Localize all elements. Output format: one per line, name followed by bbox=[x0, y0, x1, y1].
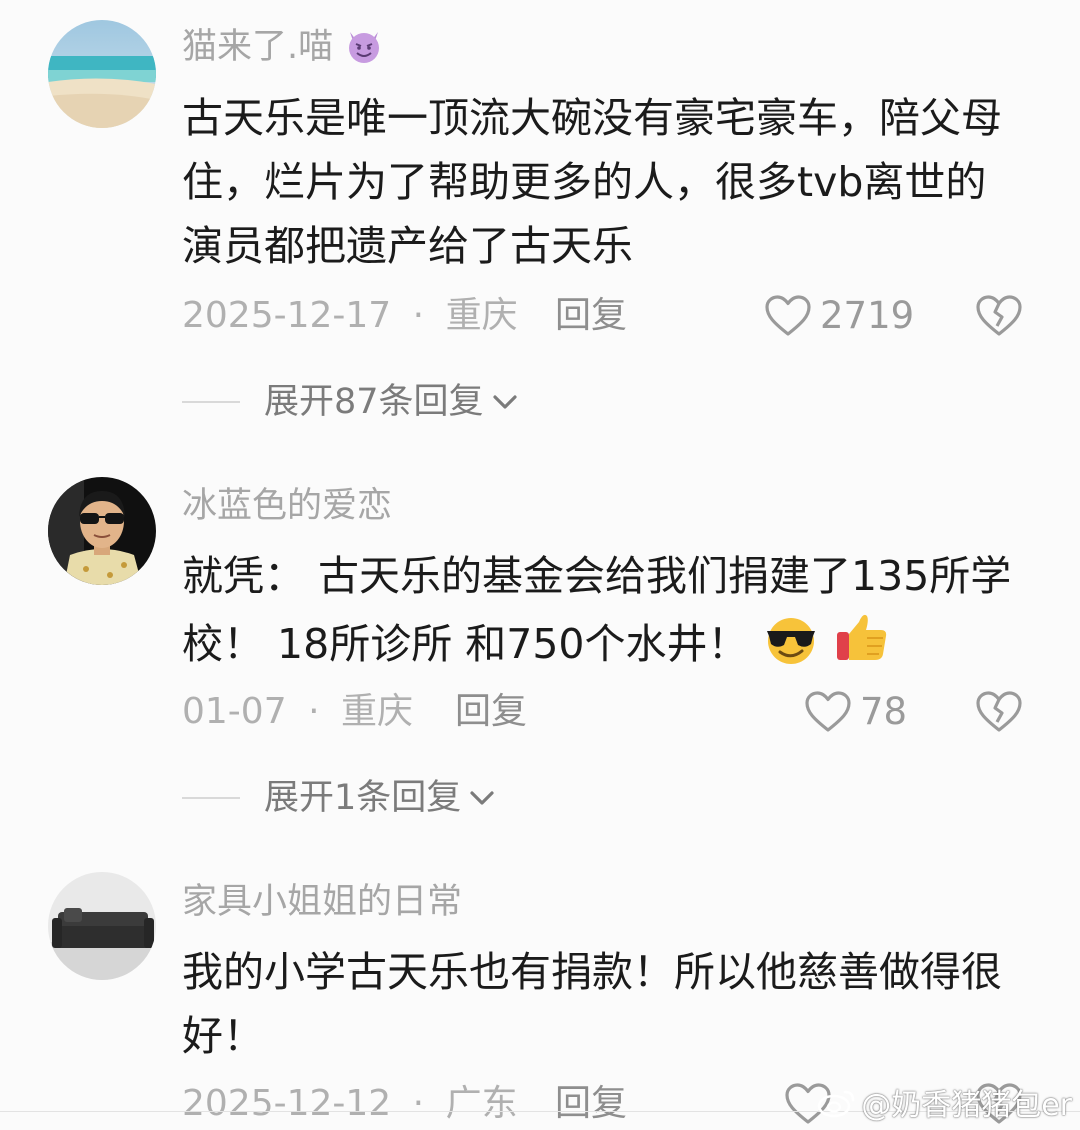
dislike-button[interactable] bbox=[975, 294, 1023, 338]
reply-button[interactable]: 回复 bbox=[555, 1082, 627, 1126]
comment-meta: 2025-12-12 · 广东 bbox=[182, 1082, 518, 1126]
broken-heart-icon bbox=[976, 691, 1022, 732]
comment-location: 重庆 bbox=[340, 691, 413, 732]
avatar[interactable] bbox=[48, 872, 156, 980]
sunglasses-emoji bbox=[762, 614, 820, 684]
reply-button[interactable]: 回复 bbox=[455, 690, 527, 734]
avatar[interactable] bbox=[48, 477, 156, 585]
chevron-down-icon bbox=[492, 395, 517, 409]
username[interactable]: 猫来了.喵 bbox=[182, 26, 384, 75]
comment-location: 广东 bbox=[445, 1083, 518, 1124]
heart-icon bbox=[765, 295, 811, 336]
like-button[interactable]: 78 bbox=[804, 690, 907, 734]
meta-separator: · bbox=[412, 1083, 425, 1124]
comment-text: 就凭： 古天乐的基金会给我们捐建了135所学校！ 18所诊所 和750个水井！ bbox=[182, 544, 1022, 684]
expand-replies-button[interactable]: 展开87条回复 bbox=[182, 380, 520, 424]
comment-date: 01-07 bbox=[182, 691, 287, 732]
comment-date: 2025-12-17 bbox=[182, 295, 392, 336]
heart-icon bbox=[805, 691, 851, 732]
comment-date: 2025-12-12 bbox=[182, 1083, 392, 1124]
username[interactable]: 家具小姐姐的日常 bbox=[182, 882, 462, 922]
like-count: 78 bbox=[860, 690, 908, 733]
expand-replies-label: 展开87条回复 bbox=[264, 382, 484, 422]
comment-text: 我的小学古天乐也有捐款！所以他慈善做得很好！ bbox=[182, 948, 1002, 1060]
comment-meta: 01-07 · 重庆 bbox=[182, 690, 413, 734]
divider bbox=[182, 401, 240, 403]
comment-item: 冰蓝色的爱恋 就凭： 古天乐的基金会给我们捐建了135所学校！ 18所诊所 和7… bbox=[0, 440, 1080, 860]
meta-separator: · bbox=[308, 691, 320, 732]
broken-heart-icon bbox=[976, 295, 1022, 336]
comment-item: 猫来了.喵 古天乐是唯一顶流大碗没有豪宅豪车，陪父母住，烂片为了帮助更多的人，很… bbox=[0, 0, 1080, 440]
watermark-text: @奶香猪猪包er bbox=[861, 1088, 1072, 1123]
divider bbox=[182, 797, 240, 799]
reply-button[interactable]: 回复 bbox=[555, 294, 627, 338]
comment-meta: 2025-12-17 · 重庆 bbox=[182, 294, 518, 338]
comment-location: 重庆 bbox=[445, 295, 518, 336]
weibo-logo-icon bbox=[817, 1090, 855, 1118]
chevron-down-icon bbox=[470, 791, 494, 805]
avatar[interactable] bbox=[48, 20, 156, 128]
smiling-imp-emoji bbox=[344, 26, 384, 75]
dislike-button[interactable] bbox=[975, 690, 1023, 734]
thumbs-up-emoji bbox=[833, 608, 891, 684]
watermark: @奶香猪猪包er bbox=[817, 1080, 1072, 1124]
expand-replies-button[interactable]: 展开1条回复 bbox=[182, 776, 497, 820]
like-button[interactable]: 2719 bbox=[764, 294, 914, 338]
username[interactable]: 冰蓝色的爱恋 bbox=[182, 486, 392, 526]
expand-replies-label: 展开1条回复 bbox=[264, 778, 462, 818]
meta-separator: · bbox=[412, 295, 425, 336]
comment-text: 古天乐是唯一顶流大碗没有豪宅豪车，陪父母住，烂片为了帮助更多的人，很多tvb离世… bbox=[182, 94, 1002, 270]
like-count: 2719 bbox=[820, 294, 915, 337]
